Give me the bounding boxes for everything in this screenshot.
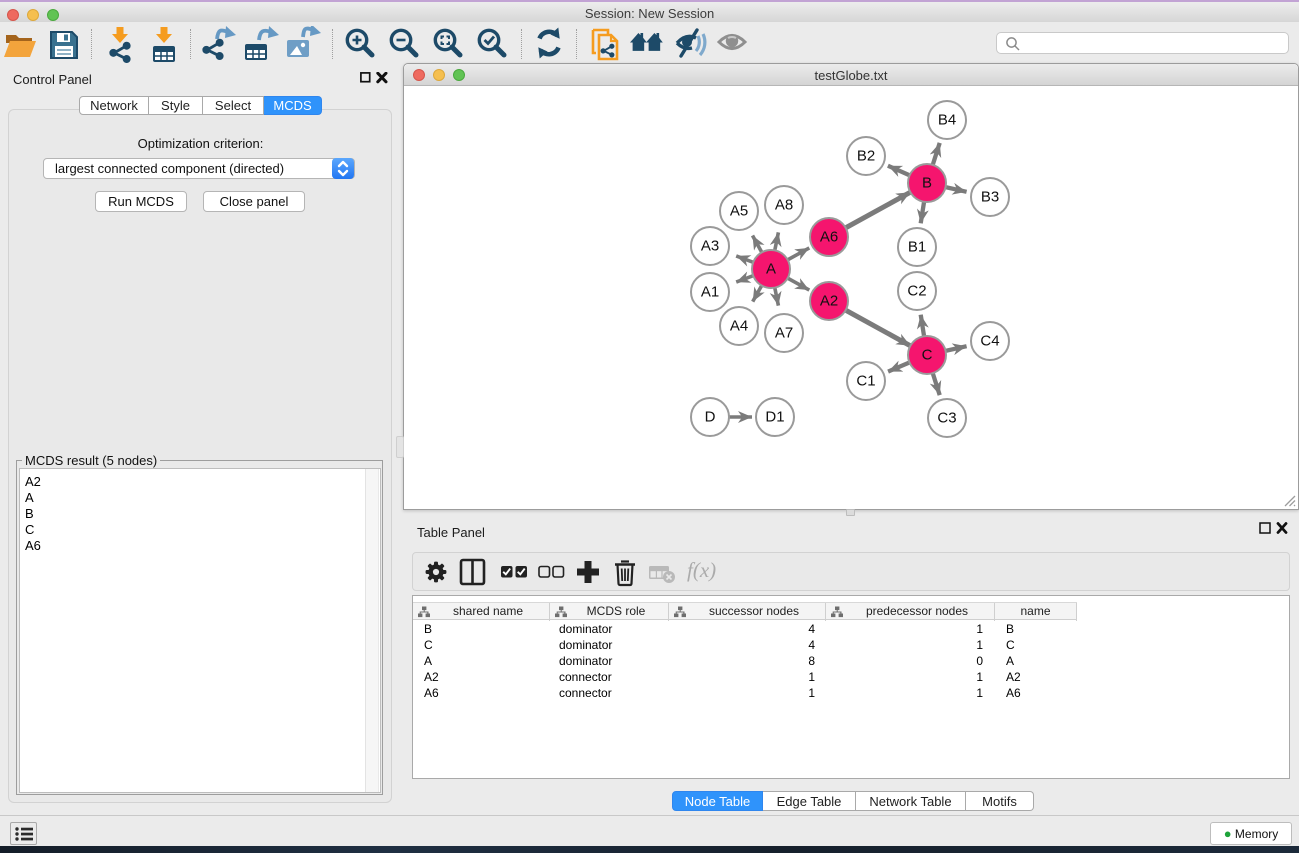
- svg-text:A1: A1: [701, 284, 719, 301]
- svg-text:B1: B1: [908, 239, 926, 256]
- svg-text:A4: A4: [730, 318, 748, 335]
- svg-text:C1: C1: [856, 373, 875, 390]
- svg-text:A8: A8: [775, 197, 793, 214]
- svg-text:A6: A6: [820, 229, 838, 246]
- svg-text:A2: A2: [820, 293, 838, 310]
- svg-text:C3: C3: [937, 410, 956, 427]
- svg-text:D1: D1: [765, 409, 784, 426]
- svg-text:C2: C2: [907, 283, 926, 300]
- svg-text:B: B: [922, 175, 932, 192]
- svg-text:B2: B2: [857, 148, 875, 165]
- svg-text:A7: A7: [775, 325, 793, 342]
- svg-text:C4: C4: [980, 333, 999, 350]
- svg-text:D: D: [705, 409, 716, 426]
- svg-text:A: A: [766, 261, 776, 278]
- svg-text:B3: B3: [981, 189, 999, 206]
- svg-text:A5: A5: [730, 203, 748, 220]
- svg-text:A3: A3: [701, 238, 719, 255]
- svg-text:C: C: [922, 347, 933, 364]
- svg-text:B4: B4: [938, 112, 956, 129]
